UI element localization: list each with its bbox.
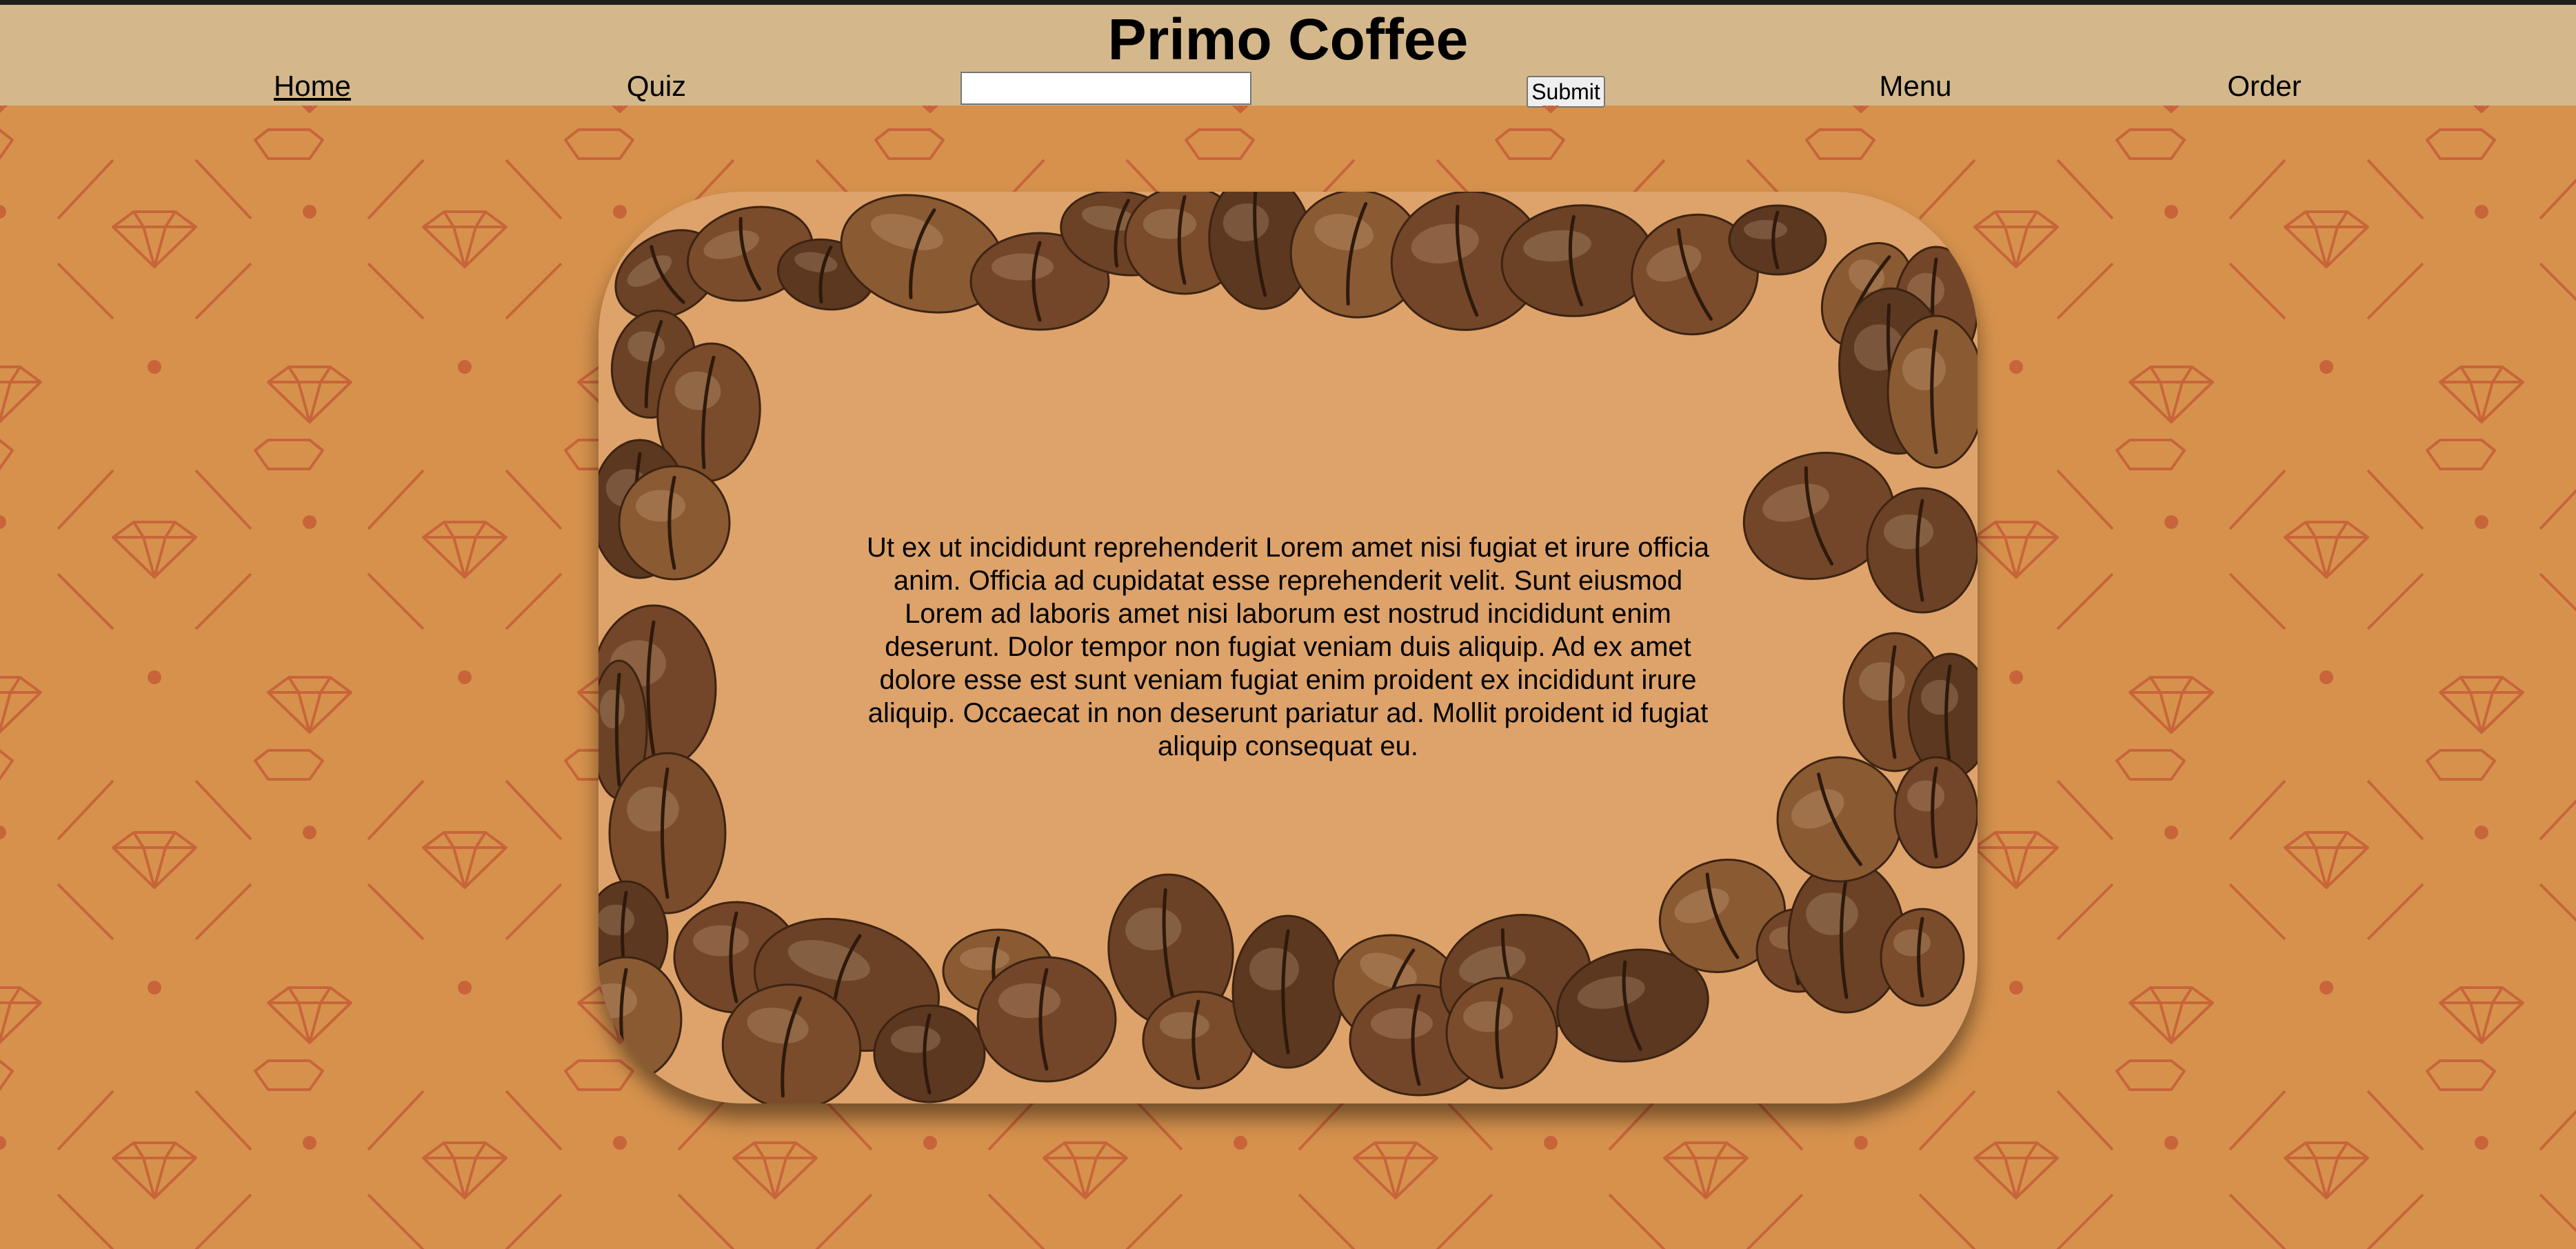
- nav-order-link[interactable]: Order: [2227, 70, 2301, 103]
- coffee-bean-icon: [873, 1004, 986, 1103]
- coffee-bean-icon: [1728, 204, 1827, 276]
- coffee-bean-icon: [1893, 756, 1978, 869]
- coffee-bean-icon: [1445, 977, 1558, 1090]
- submit-button[interactable]: Submit: [1527, 76, 1605, 108]
- search-input[interactable]: [960, 72, 1251, 105]
- top-border: [0, 0, 2576, 5]
- coffee-bean-frame: Ut ex ut incididunt reprehenderit Lorem …: [598, 192, 1978, 1103]
- nav-home-link[interactable]: Home: [274, 70, 351, 103]
- site-title: Primo Coffee: [1107, 7, 1469, 72]
- coffee-bean-icon: [1866, 487, 1978, 614]
- coffee-bean-icon: [976, 956, 1117, 1083]
- coffee-bean-icon: [598, 956, 683, 1083]
- coffee-bean-icon: [1231, 915, 1345, 1069]
- site-header: Primo Coffee Home Quiz Submit Menu Order: [0, 5, 2576, 108]
- coffee-bean-icon: [1886, 314, 1978, 469]
- hero-text: Ut ex ut incididunt reprehenderit Lorem …: [866, 532, 1710, 761]
- coffee-bean-icon: [1880, 908, 1965, 1007]
- nav-quiz-link[interactable]: Quiz: [627, 70, 686, 103]
- nav-menu-link[interactable]: Menu: [1879, 70, 1951, 103]
- coffee-bean-icon: [618, 465, 731, 581]
